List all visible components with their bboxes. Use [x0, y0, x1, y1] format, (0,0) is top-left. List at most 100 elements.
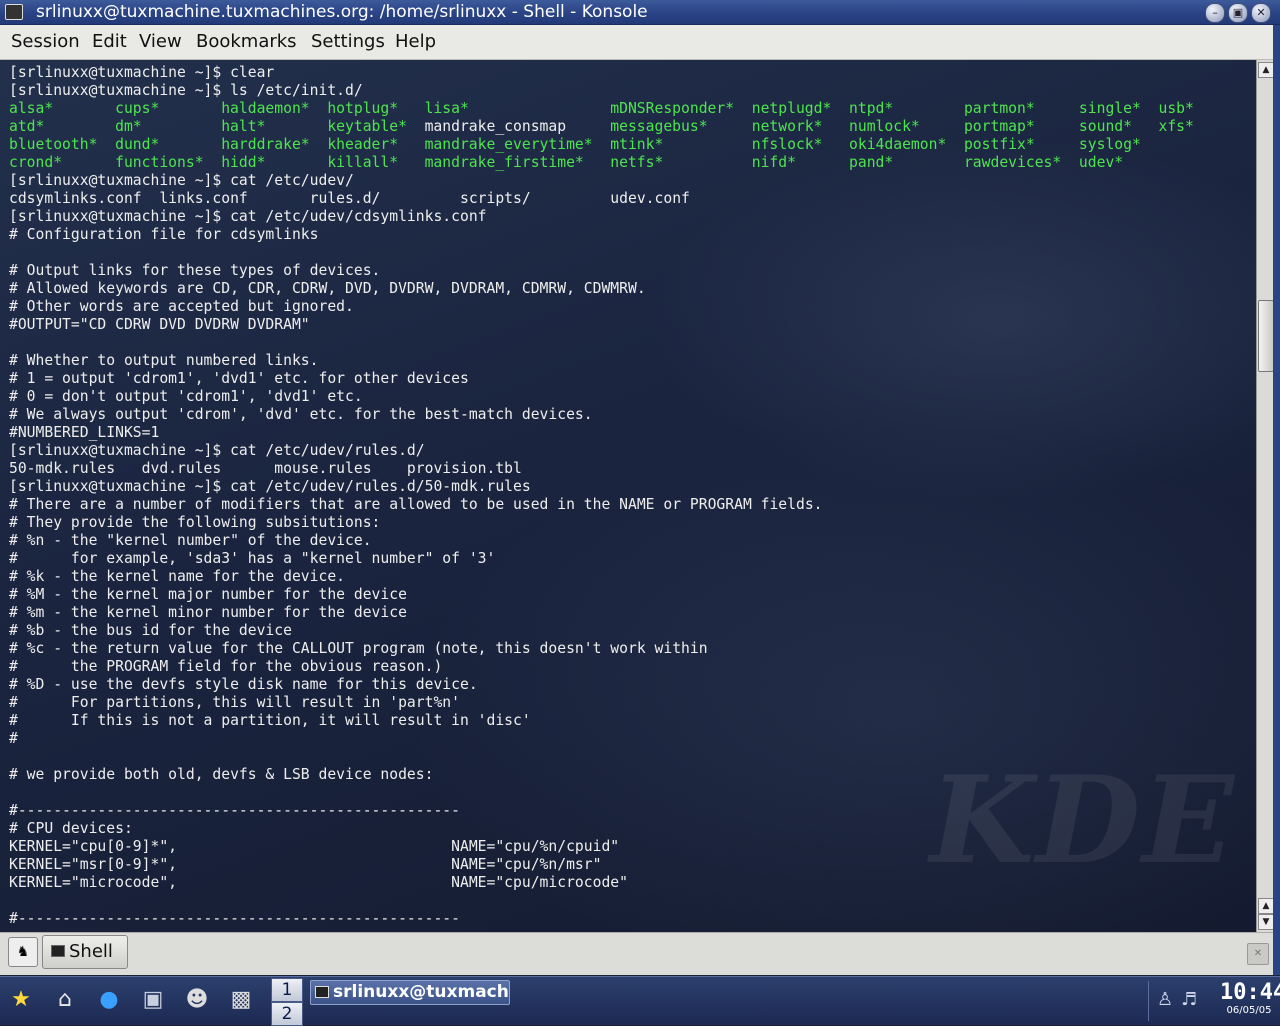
new-session-icon[interactable]: ♞ [8, 937, 38, 967]
window-frame-right [1273, 25, 1280, 975]
scroll-up-arrow-icon[interactable]: ▲ [1258, 62, 1274, 78]
terminal-text-segment: #OUTPUT="CD CDRW DVD DVDRW DVDRAM" [9, 316, 310, 333]
terminal-text-segment: # %n - the "kernel number" of the device… [9, 532, 372, 549]
pager-desktop-2[interactable]: 2 [271, 1002, 303, 1026]
terminal-line: # Configuration file for cdsymlinks [9, 226, 1212, 244]
terminal-line: #---------------------------------------… [9, 910, 1212, 928]
terminal-text-segment: KERNEL="msr[0-9]*", NAME="cpu/%n/msr" [9, 856, 602, 873]
terminal-line: # Output links for these types of device… [9, 262, 1212, 280]
terminal-text-segment: 50-mdk.rules dvd.rules mouse.rules provi… [9, 460, 522, 477]
scrollbar-thumb[interactable] [1258, 300, 1274, 372]
terminal-text-segment: # CPU devices: [9, 820, 133, 837]
terminal-line: # the PROGRAM field for the obvious reas… [9, 658, 1212, 676]
terminal-text-segment: [srlinuxx@tuxmachine ~]$ cat /etc/udev/r… [9, 442, 425, 459]
terminal-text-segment: cups* [115, 100, 160, 117]
menu-view[interactable]: View [139, 31, 182, 53]
terminal-text-segment: cdsymlinks.conf links.conf rules.d/ scri… [9, 190, 690, 207]
close-session-icon[interactable]: ✕ [1247, 943, 1269, 965]
terminal-line: 50-mdk.rules dvd.rules mouse.rules provi… [9, 460, 1212, 478]
menu-session[interactable]: Session [11, 31, 80, 53]
konsole-app-icon[interactable] [5, 4, 23, 20]
terminal-text-segment: hotplug* [327, 100, 399, 117]
konsole-icon[interactable]: ▩ [224, 983, 258, 1017]
clock-date: 06/05/05 [1226, 1005, 1272, 1016]
terminal-text-segment: dund* [115, 136, 160, 153]
terminal-line: # %M - the kernel major number for the d… [9, 586, 1212, 604]
terminal-text-segment: [srlinuxx@tuxmachine ~]$ ls /etc/init.d/ [9, 82, 363, 99]
terminal-text-segment: mDNSResponder* [610, 100, 735, 117]
scroll-up-arrow-icon[interactable]: ▲ [1258, 898, 1274, 914]
terminal-text-segment: [srlinuxx@tuxmachine ~]$ cat /etc/udev/c… [9, 208, 487, 225]
kde-panel: ★ ⌂ ● ▣ ☻ ▩ 1 2 srlinuxx@tuxmachi ♙ ♬ 10… [0, 976, 1280, 1026]
terminal-icon [51, 945, 65, 957]
terminal-line: KERNEL="microcode", NAME="cpu/microcode" [9, 874, 1212, 892]
terminal-text-segment: [srlinuxx@tuxmachine ~]$ cat /etc/udev/ [9, 172, 354, 189]
terminal-line: [srlinuxx@tuxmachine ~]$ ls /etc/init.d/ [9, 82, 1212, 100]
volume-icon[interactable]: ♬ [1181, 989, 1197, 1010]
home-icon[interactable]: ⌂ [48, 983, 82, 1017]
terminal-text-segment: mandrake_firstime* [424, 154, 584, 171]
terminal-text-segment: # %m - the kernel minor number for the d… [9, 604, 407, 621]
menu-bookmarks[interactable]: Bookmarks [196, 31, 297, 53]
close-button[interactable]: ✕ [1251, 3, 1271, 23]
terminal-text-segment: # There are a number of modifiers that a… [9, 496, 823, 513]
terminal-line: #---------------------------------------… [9, 802, 1212, 820]
terminal-text-segment: # Output links for these types of device… [9, 262, 381, 279]
scroll-down-arrow-icon[interactable]: ▼ [1258, 914, 1274, 930]
terminal-text-segment: # For partitions, this will result in 'p… [9, 694, 460, 711]
terminal-line: [srlinuxx@tuxmachine ~]$ cat /etc/udev/r… [9, 478, 1212, 496]
terminal-text-segment: # Whether to output numbered links. [9, 352, 319, 369]
kmenu-star-icon[interactable]: ★ [4, 983, 38, 1017]
minimize-button[interactable]: – [1205, 3, 1225, 23]
terminal-text-segment: mandrake_everytime* [424, 136, 593, 153]
terminal-text-segment: nifd* [751, 154, 796, 171]
image-viewer-icon[interactable]: ▣ [136, 983, 170, 1017]
gimp-icon[interactable]: ☻ [180, 983, 214, 1017]
pager-desktop-1[interactable]: 1 [271, 978, 303, 1002]
terminal-line: # %b - the bus id for the device [9, 622, 1212, 640]
terminal-text-segment: portmap* [963, 118, 1035, 135]
terminal-line: # For partitions, this will result in 'p… [9, 694, 1212, 712]
terminal-text-segment: single* [1078, 100, 1141, 117]
menu-help[interactable]: Help [395, 31, 436, 53]
menu-settings[interactable]: Settings [311, 31, 385, 53]
terminal-text-segment: postfix* [963, 136, 1035, 153]
terminal-line: # CPU devices: [9, 820, 1212, 838]
terminal-line: [srlinuxx@tuxmachine ~]$ cat /etc/udev/c… [9, 208, 1212, 226]
terminal-line: crond* functions* hidd* killall* mandrake_fi… [9, 154, 1212, 172]
clock[interactable]: 10:44 06/05/05 [1220, 981, 1280, 1023]
terminal-output-area[interactable]: KDE [srlinuxx@tuxmachine ~]$ clear [srlin… [0, 60, 1256, 932]
terminal-text-segment: KERNEL="microcode", NAME="cpu/microcode" [9, 874, 628, 891]
terminal-text-segment: # we provide both old, devfs & LSB devic… [9, 766, 434, 783]
terminal-text-segment: numlock* [849, 118, 920, 135]
terminal-text-segment: KERNEL="cpu[0-9]*", NAME="cpu/%n/cpuid" [9, 838, 620, 855]
terminal-text-segment: # %c - the return value for the CALLOUT … [9, 640, 708, 657]
user-icon[interactable]: ♙ [1157, 989, 1173, 1010]
terminal-line: # for example, 'sda3' has a "kernel numb… [9, 550, 1212, 568]
terminal-line: # %D - use the devfs style disk name for… [9, 676, 1212, 694]
terminal-text-segment: # Other words are accepted but ignored. [9, 298, 354, 315]
window-title: srlinuxx@tuxmachine.tuxmachines.org: /ho… [36, 2, 648, 22]
terminal-text-segment: xfs* [1158, 118, 1194, 135]
terminal-text-segment: killall* [327, 154, 399, 171]
terminal-text-segment: # If this is not a partition, it will re… [9, 712, 531, 729]
terminal-text-segment: oki4daemon* [849, 136, 947, 153]
tab-shell-label: Shell [69, 941, 113, 962]
terminal-text-segment: # Configuration file for cdsymlinks [9, 226, 319, 243]
terminal-text-segment: # %D - use the devfs style disk name for… [9, 676, 478, 693]
taskbar-item-konsole[interactable]: srlinuxx@tuxmachi [310, 980, 510, 1005]
tab-shell[interactable]: Shell [42, 935, 128, 969]
terminal-scrollbar[interactable]: ▲ ▲ ▼ [1256, 60, 1274, 932]
menu-bar: Session Edit View Bookmarks Settings Hel… [0, 25, 1280, 60]
browser-globe-icon[interactable]: ● [92, 983, 126, 1017]
terminal-text-segment: # %M - the kernel major number for the d… [9, 586, 407, 603]
terminal-line: # %n - the "kernel number" of the device… [9, 532, 1212, 550]
maximize-button[interactable]: ▣ [1228, 3, 1248, 23]
terminal-text-segment: ntpd* [849, 100, 894, 117]
window-titlebar[interactable]: srlinuxx@tuxmachine.tuxmachines.org: /ho… [0, 0, 1280, 25]
menu-edit[interactable]: Edit [92, 31, 127, 53]
terminal-line: alsa* cups* haldaemon* hotplug* lisa* mDNSRes… [9, 100, 1212, 118]
